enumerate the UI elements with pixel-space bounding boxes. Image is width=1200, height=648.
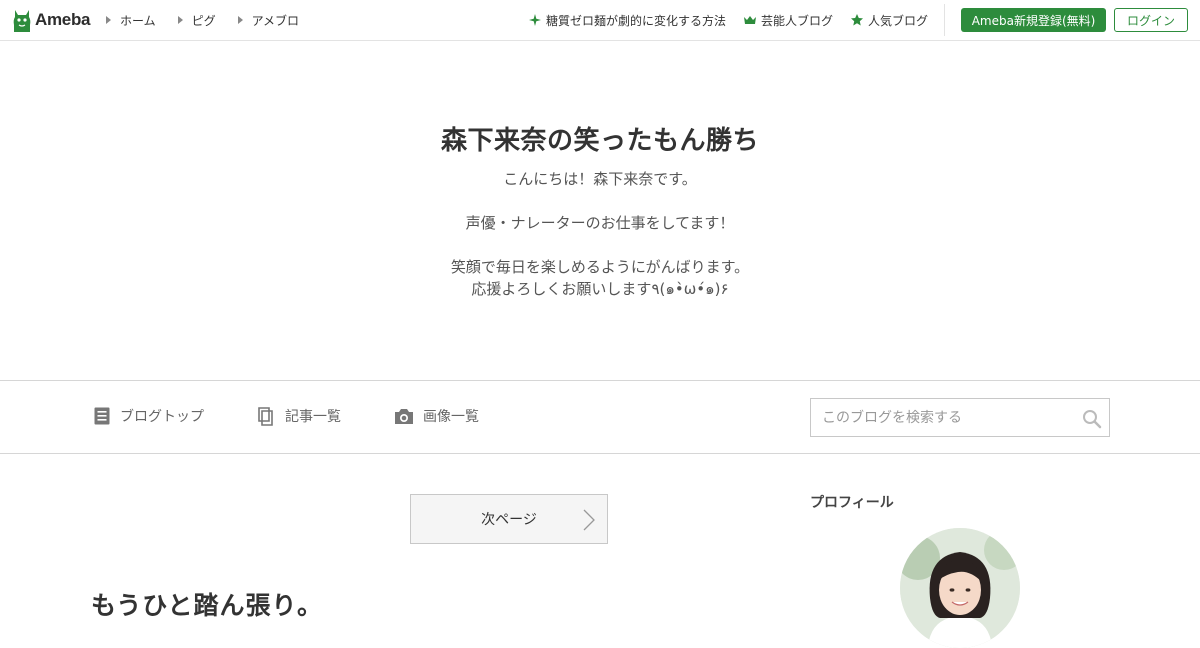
global-header: Ameba ホーム ピグ アメブロ 糖質ゼロ麺が劇的に変化する方法 芸能人ブログ… xyxy=(0,0,1200,41)
blog-nav: ブログトップ 記事一覧 画像一覧 xyxy=(0,380,1200,454)
blog-description-line xyxy=(0,234,1200,256)
blog-search xyxy=(810,398,1110,437)
blog-description-line: 応援よろしくお願いします٩(๑•̀ω•́๑)۶ xyxy=(471,280,729,298)
blog-description-line: こんにちは！森下来奈です。 xyxy=(503,170,697,188)
blog-description-line: 笑顔で毎日を楽しめるようにがんばります。 xyxy=(450,258,750,276)
triangle-right-icon xyxy=(237,16,243,24)
triangle-right-icon xyxy=(106,16,111,24)
nav-ameblo[interactable]: アメブロ xyxy=(237,12,300,29)
login-button[interactable]: ログイン xyxy=(1114,8,1188,32)
entry-list-label: 記事一覧 xyxy=(285,409,341,425)
entry-list-link[interactable]: 記事一覧 xyxy=(258,406,341,426)
global-nav: ホーム ピグ アメブロ xyxy=(106,0,321,40)
blog-description-line: 声優・ナレーターのお仕事をしてます！ xyxy=(465,214,735,232)
celebrity-blog-label: 芸能人ブログ xyxy=(760,13,833,28)
avatar[interactable] xyxy=(900,528,1020,648)
next-page-label: 次ページ xyxy=(481,512,537,528)
nav-ameblo-label: アメブロ xyxy=(251,13,300,28)
profile-heading: プロフィール xyxy=(810,495,894,511)
copy-icon xyxy=(258,406,273,426)
nav-pigg-label: ピグ xyxy=(191,13,216,28)
register-button[interactable]: Ameba新規登録(無料) xyxy=(961,8,1106,32)
next-page-button[interactable]: 次ページ xyxy=(410,494,608,544)
popular-blog-label: 人気ブログ xyxy=(867,13,928,28)
camera-icon xyxy=(395,408,413,424)
logo-text: Ameba xyxy=(35,10,91,29)
popular-blog-link[interactable]: 人気ブログ xyxy=(850,12,928,29)
blog-top-link[interactable]: ブログトップ xyxy=(94,406,204,426)
nav-pigg[interactable]: ピグ xyxy=(177,12,216,29)
promo-link[interactable]: 糖質ゼロ麺が劇的に変化する方法 xyxy=(528,12,726,29)
blog-description-line xyxy=(0,190,1200,212)
image-list-link[interactable]: 画像一覧 xyxy=(394,406,479,426)
triangle-right-icon xyxy=(177,16,183,24)
blog-title[interactable]: 森下来奈の笑ったもん勝ち xyxy=(0,120,1200,157)
entry-title[interactable]: もうひと踏ん張り。 xyxy=(91,586,323,622)
blog-description: こんにちは！森下来奈です。 声優・ナレーターのお仕事をしてます！ 笑顔で毎日を楽… xyxy=(0,168,1200,300)
star-icon xyxy=(850,14,863,26)
search-icon[interactable] xyxy=(1082,409,1102,429)
nav-home[interactable]: ホーム xyxy=(106,12,156,29)
header-divider xyxy=(944,4,945,36)
blog-search-input[interactable] xyxy=(811,399,1073,436)
document-icon xyxy=(94,407,110,424)
nav-home-label: ホーム xyxy=(120,13,156,28)
sparkle-icon xyxy=(528,14,541,26)
chevron-right-icon xyxy=(583,509,595,531)
promo-link-label: 糖質ゼロ麺が劇的に変化する方法 xyxy=(545,13,726,28)
profile-photo xyxy=(900,528,1020,648)
image-list-label: 画像一覧 xyxy=(423,409,479,425)
ameba-logo[interactable]: Ameba xyxy=(12,7,90,33)
crown-icon xyxy=(743,16,756,24)
blog-top-label: ブログトップ xyxy=(120,409,204,425)
ameba-mascot-icon xyxy=(13,10,31,32)
header-links: 糖質ゼロ麺が劇的に変化する方法 芸能人ブログ 人気ブログ xyxy=(511,0,928,40)
celebrity-blog-link[interactable]: 芸能人ブログ xyxy=(743,12,833,29)
